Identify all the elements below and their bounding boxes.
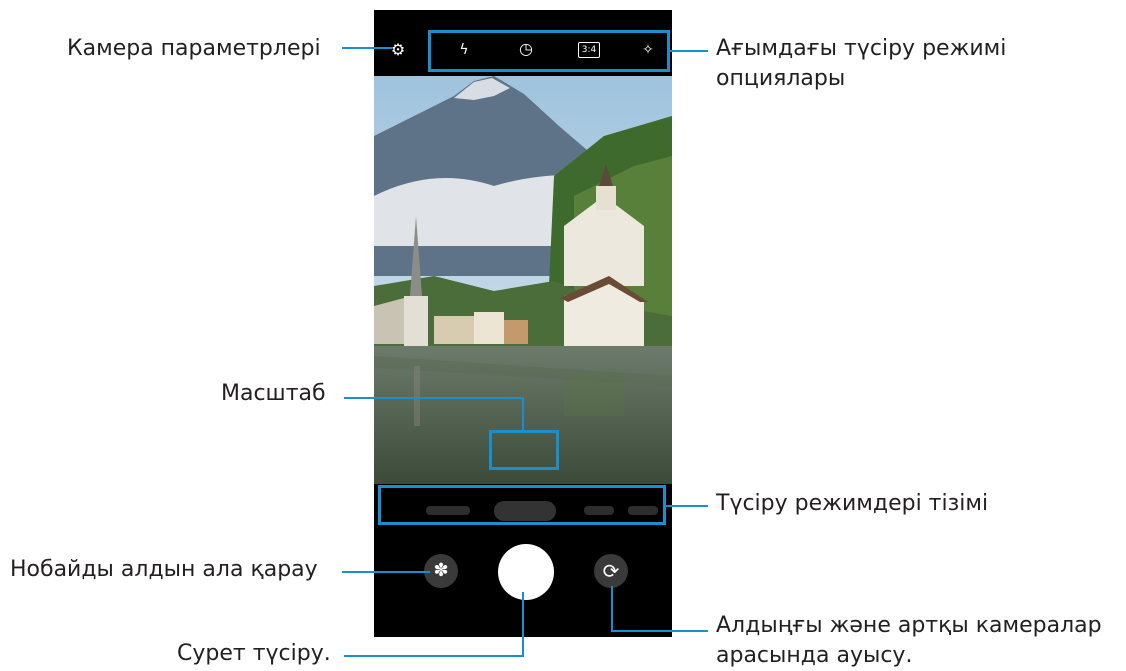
switch-cameras-label: Алдыңғы және артқы камералар арасында ау… [716, 611, 1102, 671]
camera-settings-label: Камера параметрлері [67, 36, 321, 61]
shutter-button[interactable] [498, 544, 554, 600]
thumbnail-callout-line [342, 571, 430, 573]
take-picture-label: Сурет түсіру. [177, 641, 331, 666]
current-mode-options-line1: Ағымдағы түсіру режимі [716, 36, 1007, 61]
settings-callout-line [342, 47, 392, 49]
switch-cameras-line1: Алдыңғы және артқы камералар [716, 613, 1102, 638]
modes-list-highlight [378, 485, 666, 525]
switch-camera-button[interactable]: ⟳ [594, 554, 628, 588]
current-mode-options-label: Ағымдағы түсіру режимі опциялары [716, 34, 1006, 94]
thumbnail-preview-label: Нобайды алдын ала қарау [10, 557, 318, 582]
switch-cameras-line2: арасында ауысу. [716, 643, 913, 668]
current-mode-options-line2: опциялары [716, 66, 846, 91]
flower-icon: ✽ [433, 560, 449, 581]
zoom-label: Масштаб [221, 381, 326, 406]
top-options-highlight [428, 30, 670, 72]
rotate-camera-icon: ⟳ [602, 559, 620, 583]
shutter-callout-line-h [344, 655, 524, 657]
zoom-callout-line-h [344, 397, 524, 399]
shutter-callout-line-v [522, 592, 524, 656]
options-callout-line [668, 50, 708, 52]
settings-icon[interactable]: ⚙ [389, 42, 407, 58]
switch-callout-line-h [611, 630, 708, 632]
modes-callout-line [666, 505, 708, 507]
zoom-highlight [489, 430, 559, 470]
shooting-modes-list-label: Түсіру режимдері тізімі [716, 491, 989, 516]
switch-callout-line-v [611, 586, 613, 632]
zoom-callout-line-v [522, 397, 524, 430]
camera-screen: ⚙ ϟ ◷ 3:4 ✧ ✽ ⟳ [374, 10, 672, 637]
